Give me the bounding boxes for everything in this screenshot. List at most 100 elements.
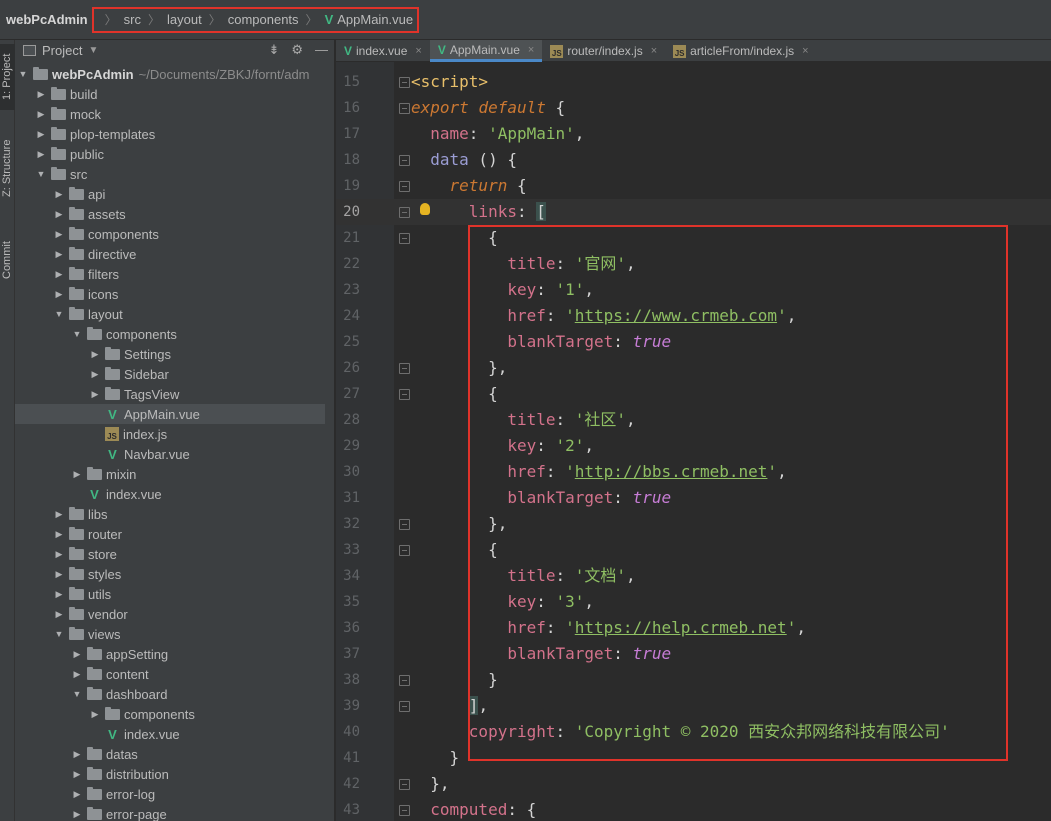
commit-tool-tab[interactable]: Commit (0, 230, 15, 290)
code-line[interactable]: 17 name: 'AppMain', (336, 121, 1051, 147)
collapse-arrow-icon[interactable]: ▶ (71, 789, 83, 800)
collapse-arrow-icon[interactable]: ▶ (35, 149, 47, 160)
code-editor[interactable]: 15 <script> 16 export default {17 name: 'Ap… (336, 62, 1051, 821)
close-icon[interactable]: × (528, 44, 534, 56)
fold-marker-icon[interactable] (399, 233, 410, 244)
fold-marker-icon[interactable] (399, 389, 410, 400)
tree-item[interactable]: ▶ content (15, 664, 325, 684)
close-icon[interactable]: × (651, 45, 657, 57)
code-line[interactable]: 20 links: [ (336, 199, 1051, 225)
fold-marker-icon[interactable] (399, 805, 410, 816)
fold-marker-icon[interactable] (399, 363, 410, 374)
fold-marker-icon[interactable] (399, 519, 410, 530)
code-line[interactable]: 43 computed: { (336, 797, 1051, 821)
tree-item[interactable]: ▶ Sidebar (15, 364, 325, 384)
tree-item[interactable]: ▶ components (15, 704, 325, 724)
tree-item[interactable]: ▶ styles (15, 564, 325, 584)
tree-item[interactable]: ▶ error-log (15, 784, 325, 804)
code-line[interactable]: 18 data () { (336, 147, 1051, 173)
tree-item[interactable]: ▼ components (15, 324, 325, 344)
code-line[interactable]: 19 return { (336, 173, 1051, 199)
tree-item[interactable]: ▶ TagsView (15, 384, 325, 404)
editor-tab[interactable]: JS articleFrom/index.js × (665, 40, 816, 62)
editor-tab[interactable]: V AppMain.vue × (429, 40, 543, 62)
expand-arrow-icon[interactable]: ▼ (35, 169, 47, 179)
fold-marker-icon[interactable] (399, 779, 410, 790)
fold-marker-icon[interactable] (399, 675, 410, 686)
collapse-arrow-icon[interactable]: ▶ (35, 89, 47, 100)
collapse-arrow-icon[interactable]: ▶ (71, 469, 83, 480)
close-icon[interactable]: × (415, 45, 421, 57)
tree-root[interactable]: ▼ webPcAdmin ~/Documents/ZBKJ/fornt/adm (15, 64, 325, 84)
tree-item[interactable]: JS index.js (15, 424, 325, 444)
code-line[interactable]: 15 <script> (336, 69, 1051, 95)
tree-item[interactable]: ▶ appSetting (15, 644, 325, 664)
tree-item[interactable]: Vindex.vue (15, 724, 325, 744)
collapse-arrow-icon[interactable]: ▶ (71, 649, 83, 660)
fold-marker-icon[interactable] (399, 701, 410, 712)
tree-item[interactable]: ▶ utils (15, 584, 325, 604)
collapse-arrow-icon[interactable]: ▶ (53, 549, 65, 560)
collapse-arrow-icon[interactable]: ▶ (53, 589, 65, 600)
minimize-icon[interactable]: — (315, 42, 328, 58)
tree-item[interactable]: ▶ build (15, 84, 325, 104)
breadcrumb-item-components[interactable]: components (228, 12, 299, 27)
tree-item[interactable]: ▶ directive (15, 244, 325, 264)
tree-item[interactable]: ▼ dashboard (15, 684, 325, 704)
tree-item[interactable]: ▶ public (15, 144, 325, 164)
fold-marker-icon[interactable] (399, 155, 410, 166)
tree-item[interactable]: ▶ datas (15, 744, 325, 764)
fold-marker-icon[interactable] (399, 77, 410, 88)
expand-arrow-icon[interactable]: ▼ (71, 329, 83, 339)
editor-tab[interactable]: Vindex.vue × (336, 40, 430, 62)
collapse-arrow-icon[interactable]: ▶ (71, 769, 83, 780)
tree-item[interactable]: ▶ router (15, 524, 325, 544)
tree-item[interactable]: ▶ components (15, 224, 325, 244)
collapse-arrow-icon[interactable]: ▶ (53, 209, 65, 220)
tree-item[interactable]: ▶ filters (15, 264, 325, 284)
collapse-arrow-icon[interactable]: ▶ (53, 289, 65, 300)
collapse-arrow-icon[interactable]: ▶ (35, 109, 47, 120)
project-tool-tab[interactable]: 1: Project (0, 44, 15, 110)
collapse-arrow-icon[interactable]: ▶ (53, 249, 65, 260)
expand-arrow-icon[interactable]: ▼ (71, 689, 83, 699)
expand-arrow-icon[interactable]: ▼ (53, 309, 65, 319)
tree-item[interactable]: V Navbar.vue (15, 444, 325, 464)
collapse-arrow-icon[interactable]: ▶ (71, 809, 83, 820)
tree-item[interactable]: ▶ plop-templates (15, 124, 325, 144)
tree-item[interactable]: V AppMain.vue (15, 404, 325, 424)
tree-item[interactable]: ▶ distribution (15, 764, 325, 784)
collapse-arrow-icon[interactable]: ▶ (53, 509, 65, 520)
tree-item[interactable]: ▶ mock (15, 104, 325, 124)
fold-marker-icon[interactable] (399, 207, 410, 218)
tree-item[interactable]: ▶ error-page (15, 804, 325, 821)
tree-item[interactable]: ▶ vendor (15, 604, 325, 624)
collapse-arrow-icon[interactable]: ▶ (89, 709, 101, 720)
chevron-down-icon[interactable]: ▼ (88, 45, 98, 56)
collapse-arrow-icon[interactable]: ▶ (71, 749, 83, 760)
tree-item[interactable]: ▶ mixin (15, 464, 325, 484)
tree-item[interactable]: ▶ Settings (15, 344, 325, 364)
collapse-arrow-icon[interactable]: ▶ (53, 569, 65, 580)
collapse-arrow-icon[interactable]: ▶ (89, 389, 101, 400)
expand-arrow-icon[interactable]: ▼ (53, 629, 65, 639)
collapse-arrow-icon[interactable]: ▶ (53, 269, 65, 280)
tree-item[interactable]: ▼ views (15, 624, 325, 644)
tree-item[interactable]: ▶ api (15, 184, 325, 204)
tree-item[interactable]: ▼ src (15, 164, 325, 184)
collapse-arrow-icon[interactable]: ▶ (53, 189, 65, 200)
collapse-arrow-icon[interactable]: ▶ (89, 369, 101, 380)
collapse-arrow-icon[interactable]: ▶ (89, 349, 101, 360)
tree-item[interactable]: ▶ icons (15, 284, 325, 304)
collapse-all-icon[interactable]: ⇟ (268, 42, 279, 58)
breadcrumb-item-file[interactable]: V AppMain.vue (325, 12, 414, 27)
close-icon[interactable]: × (802, 45, 808, 57)
tree-item[interactable]: ▼ layout (15, 304, 325, 324)
tree-item[interactable]: ▶ assets (15, 204, 325, 224)
code-line[interactable]: 42 }, (336, 771, 1051, 797)
fold-marker-icon[interactable] (399, 181, 410, 192)
fold-marker-icon[interactable] (399, 545, 410, 556)
breadcrumb-project[interactable]: webPcAdmin (0, 12, 88, 27)
collapse-arrow-icon[interactable]: ▶ (53, 609, 65, 620)
tree-item[interactable]: Vindex.vue (15, 484, 325, 504)
